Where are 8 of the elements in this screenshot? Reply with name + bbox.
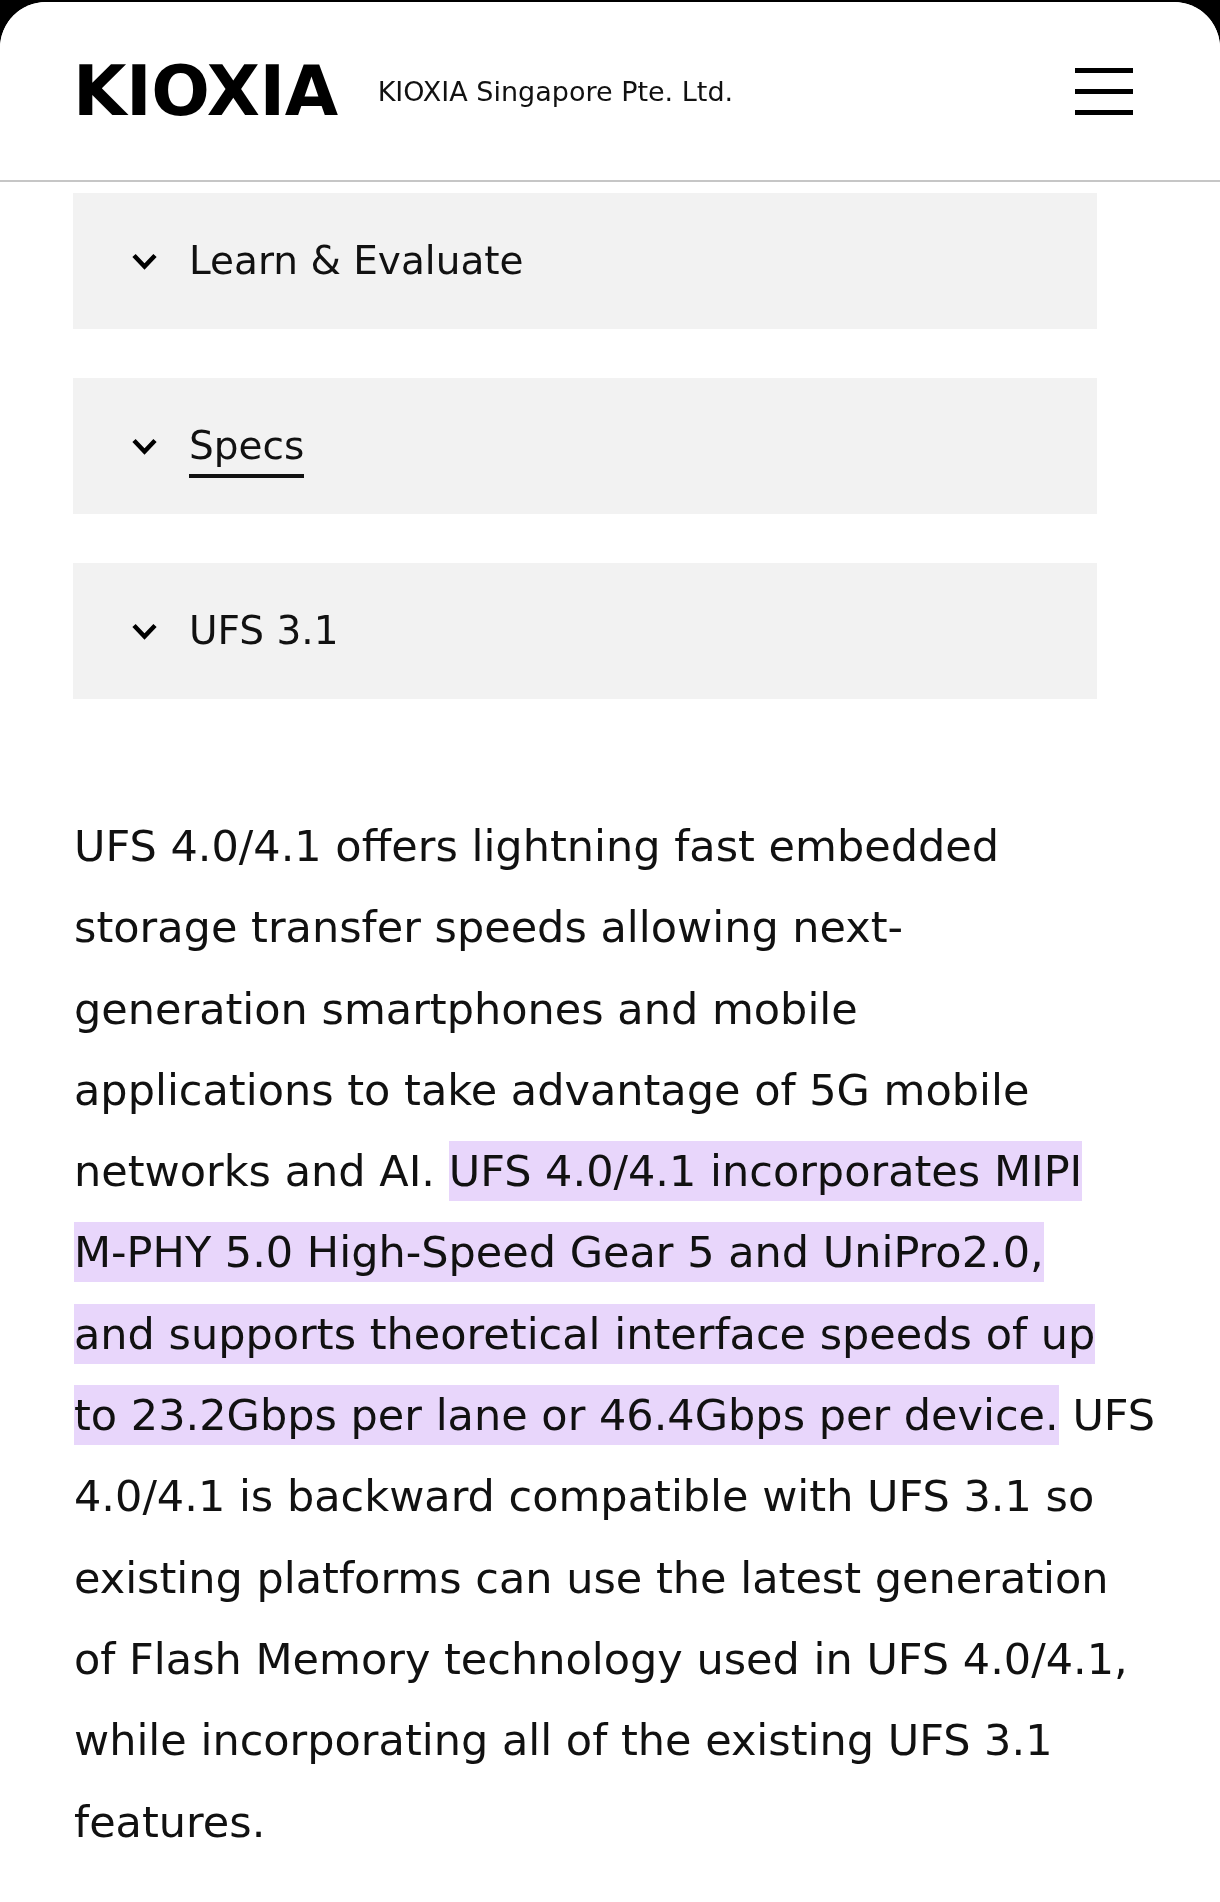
- brand-logo[interactable]: KIOXIA: [73, 56, 338, 126]
- menu-button[interactable]: [1075, 67, 1133, 115]
- company-name: KIOXIA Singapore Pte. Ltd.: [377, 75, 734, 107]
- body-paragraph: UFS 4.0/4.1 offers lightning fast embedded storage transfer speeds allowing next- generation smartphones and mobile applications to take advantage of 5G mobile networks and AI. UFS 4.0/4.1 incorporates MIPI M-PHY 5.0 High-Speed Gear 5 and UniPro2.0, and supports theoretical interface speeds of up to 23.2Gbps per lane or 46.4Gbps per device. UFS 4.0/4.1 is backward compatible with UFS 3.1 so existing platforms can use the latest generation of Flash Memory technology used in UFS 4.0/4.1, while incorporating all of the existing UFS 3.1 features.: [74, 820, 1156, 1849]
- accordion-button[interactable]: Learn & Evaluate: [73, 193, 1097, 329]
- menu-icon: [1075, 67, 1133, 115]
- accordion-button[interactable]: Specs: [73, 378, 1097, 514]
- accordion-button[interactable]: UFS 3.1: [73, 563, 1097, 699]
